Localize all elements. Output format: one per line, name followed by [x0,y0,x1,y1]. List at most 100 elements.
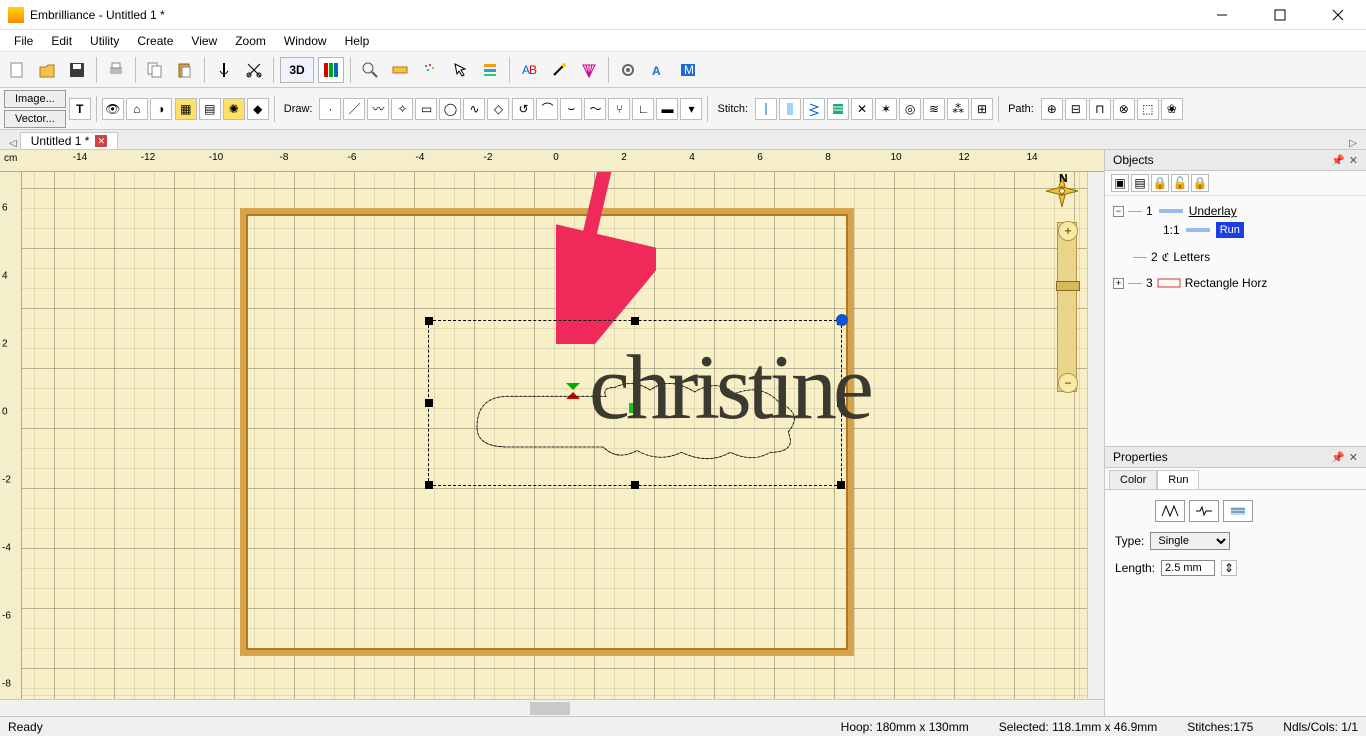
obj-lock-b-icon[interactable]: 🔓 [1171,174,1189,192]
draw-point-icon[interactable]: · [319,98,341,120]
open-icon[interactable] [34,57,60,83]
gear-icon[interactable] [615,57,641,83]
run-style-b-icon[interactable] [1189,500,1219,522]
draw-shape-icon[interactable]: ◇ [487,98,509,120]
copy-icon[interactable] [142,57,168,83]
layer-a-icon[interactable]: ▦ [175,98,197,120]
path-union-icon[interactable]: ⊕ [1041,98,1063,120]
text-a-icon[interactable]: A [645,57,671,83]
tree-collapse-icon[interactable]: − [1113,206,1124,217]
menu-window[interactable]: Window [276,32,335,50]
path-intersect-icon[interactable]: ⊓ [1089,98,1111,120]
edit-fill-icon[interactable]: ▬ [656,98,678,120]
path-branch-icon[interactable]: ❀ [1161,98,1183,120]
image-button[interactable]: Image... [4,90,66,108]
font-t-icon[interactable]: T [69,98,91,120]
selection-handle-bl[interactable] [425,481,433,489]
new-icon[interactable] [4,57,30,83]
compass-icon[interactable]: N [1045,174,1079,208]
length-stepper-icon[interactable]: ⇕ [1221,560,1237,576]
stitch-run-icon[interactable] [755,98,777,120]
vertical-scrollbar[interactable] [1087,172,1104,699]
zoom-in-button[interactable]: + [1058,221,1078,241]
tree-node-rectangle[interactable]: Rectangle Horz [1185,276,1268,290]
palette-icon[interactable] [318,57,344,83]
menu-utility[interactable]: Utility [82,32,127,50]
3d-toggle-button[interactable]: 3D [280,57,314,83]
run-style-a-icon[interactable] [1155,500,1185,522]
stitch-i-icon[interactable]: ⊞ [971,98,993,120]
layer-ghost-icon[interactable]: ◑ [150,98,172,120]
zoom-icon[interactable] [357,57,383,83]
menu-help[interactable]: Help [337,32,378,50]
tab-scroll-left[interactable]: ◁ [6,138,20,149]
layer-eye-icon[interactable]: 👁 [102,98,124,120]
draw-wand-icon[interactable]: ✧ [391,98,413,120]
path-xor-icon[interactable]: ⊗ [1113,98,1135,120]
edit-corner-icon[interactable]: ∟ [632,98,654,120]
draw-ellipse-icon[interactable]: ◯ [439,98,461,120]
zoom-thumb[interactable] [1056,281,1080,291]
layer-d-icon[interactable]: ◆ [247,98,269,120]
edit-split-icon[interactable]: ⑂ [608,98,630,120]
document-tab[interactable]: Untitled 1 * ✕ [20,132,119,149]
stitch-motif-icon[interactable]: ✶ [875,98,897,120]
prop-pin-icon[interactable]: 📌 [1331,451,1345,464]
length-input[interactable] [1161,560,1215,576]
panel-close-icon[interactable]: ✕ [1349,154,1358,167]
menu-create[interactable]: Create [129,32,181,50]
window-maximize-button[interactable] [1260,1,1300,29]
design-canvas[interactable]: christine N + − [22,172,1087,699]
draw-rect-icon[interactable]: ▭ [415,98,437,120]
fan-icon[interactable] [576,57,602,83]
path-inflate-icon[interactable]: ⬚ [1137,98,1159,120]
type-select[interactable]: Single [1150,532,1230,550]
stitch-satin-icon[interactable] [779,98,801,120]
tree-expand-icon[interactable]: + [1113,278,1124,289]
selection-box[interactable]: christine [428,320,842,486]
letters-tool-icon[interactable]: AB [516,57,542,83]
prop-tab-color[interactable]: Color [1109,470,1157,489]
obj-lock-c-icon[interactable]: 🔒 [1191,174,1209,192]
layer-home-icon[interactable]: ⌂ [126,98,148,120]
edit-loop-icon[interactable]: ↺ [512,98,534,120]
edit-wave-icon[interactable]: 〜 [584,98,606,120]
menu-edit[interactable]: Edit [43,32,80,50]
zoom-out-button[interactable]: − [1058,373,1078,393]
wand-icon[interactable] [546,57,572,83]
draw-free-icon[interactable]: 〰 [367,98,389,120]
stitch-g-icon[interactable]: ≋ [923,98,945,120]
stitch-h-icon[interactable]: ⁂ [947,98,969,120]
print-icon[interactable] [103,57,129,83]
monogram-icon[interactable]: M [675,57,701,83]
scissors-icon[interactable] [241,57,267,83]
selection-handle-bm[interactable] [631,481,639,489]
selection-handle-br[interactable] [837,481,845,489]
paste-icon[interactable] [172,57,198,83]
draw-curve-icon[interactable]: ∿ [463,98,485,120]
prop-close-icon[interactable]: ✕ [1349,451,1358,464]
edit-dropdown-icon[interactable]: ▾ [680,98,702,120]
window-minimize-button[interactable] [1202,1,1242,29]
menu-zoom[interactable]: Zoom [227,32,274,50]
list-icon[interactable] [477,57,503,83]
tab-scroll-right[interactable]: ▷ [1346,138,1360,149]
vector-button[interactable]: Vector... [4,110,66,128]
needle-icon[interactable] [211,57,237,83]
properties-panel-header[interactable]: Properties 📌✕ [1105,447,1366,468]
zoom-slider[interactable]: + − [1057,222,1077,392]
layer-b-icon[interactable]: ▤ [199,98,221,120]
objects-panel-header[interactable]: Objects 📌✕ [1105,150,1366,171]
menu-view[interactable]: View [183,32,225,50]
run-style-c-icon[interactable] [1223,500,1253,522]
panel-pin-icon[interactable]: 📌 [1331,154,1345,167]
stitch-applique-icon[interactable]: ◎ [899,98,921,120]
selection-handle-tm[interactable] [631,317,639,325]
obj-lock-a-icon[interactable]: 🔒 [1151,174,1169,192]
save-icon[interactable] [64,57,90,83]
edit-arc2-icon[interactable]: ⌣ [560,98,582,120]
tab-close-icon[interactable]: ✕ [95,135,107,147]
spray-icon[interactable] [417,57,443,83]
horizontal-scrollbar[interactable] [0,699,1104,716]
tree-node-run[interactable]: Run [1216,222,1244,238]
